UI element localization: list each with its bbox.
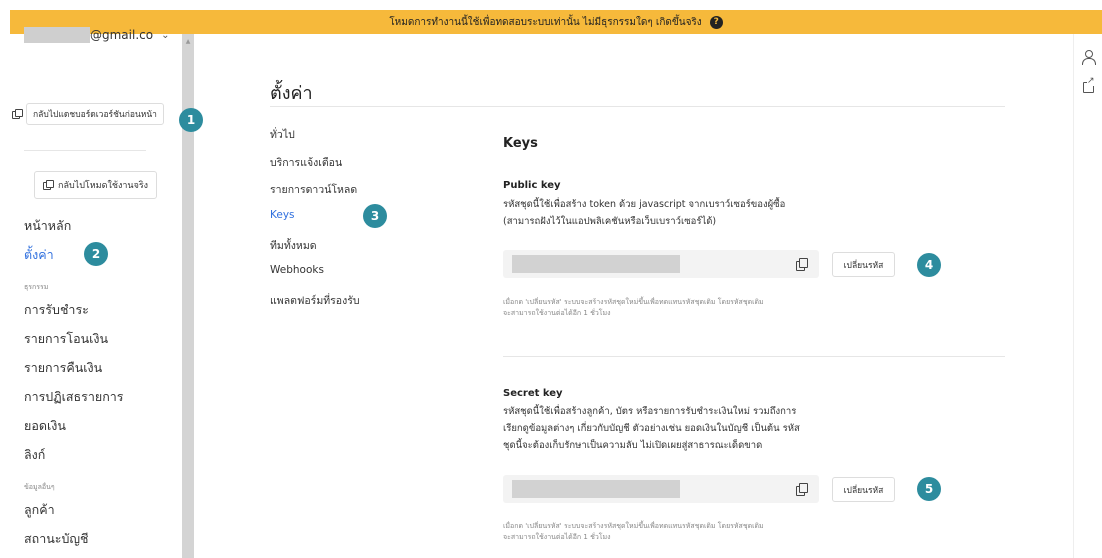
old-dashboard-row: กลับไปแดชบอร์ดเวอร์ชันก่อนหน้า [12, 103, 164, 125]
keys-divider [503, 356, 1005, 357]
tab-general[interactable]: ทั่วไป [270, 126, 295, 143]
window-icon [43, 180, 54, 190]
test-mode-banner: โหมดการทำงานนี้ใช้เพื่อทดสอบระบบเท่านั้น… [10, 10, 1102, 34]
window-icon [12, 109, 23, 119]
secret-key-desc-line: เรียกดูข้อมูลต่างๆ เกี่ยวกับบัญชี ตัวอย่… [503, 423, 800, 434]
sidebar-item-account-status[interactable]: สถานะบัญชี [24, 529, 89, 549]
banner-text: โหมดการทำงานนี้ใช้เพื่อทดสอบระบบเท่านั้น… [389, 16, 702, 28]
chevron-down-icon: ⌄ [161, 29, 170, 41]
transactions-heading: ธุรกรรม [24, 283, 49, 291]
secret-key-note-line: จะสามารถใช้งานต่อได้อีก 1 ชั่วโมง [503, 533, 611, 541]
tab-notifications[interactable]: บริการแจ้งเตือน [270, 154, 342, 171]
user-icon[interactable] [1082, 50, 1096, 65]
sidebar-item-customers[interactable]: ลูกค้า [24, 500, 55, 520]
secret-key-desc-line: รหัสชุดนี้ใช้เพื่อสร้างลูกค้า, บัตร หรือ… [503, 406, 797, 417]
secret-key-note-line: เมื่อกด 'เปลี่ยนรหัส' ระบบจะสร้างรหัสชุด… [503, 522, 764, 530]
callout-badge-5: 5 [917, 477, 941, 501]
help-icon[interactable]: ? [709, 15, 723, 29]
callout-badge-1: 1 [179, 108, 203, 132]
account-email: @gmail.co [90, 28, 154, 42]
public-key-note: เมื่อกด 'เปลี่ยนรหัส' ระบบจะสร้างรหัสชุด… [503, 297, 764, 319]
tab-keys[interactable]: Keys [270, 209, 295, 221]
sidebar-item-charges[interactable]: การรับชำระ [24, 300, 89, 320]
public-key-note-line: จะสามารถใช้งานต่อได้อีก 1 ชั่วโมง [503, 309, 611, 317]
tab-teams[interactable]: ทีมทั้งหมด [270, 237, 317, 254]
sidebar-item-transfers[interactable]: รายการโอนเงิน [24, 329, 108, 349]
copy-icon[interactable] [796, 483, 808, 496]
redacted-public-key [512, 255, 680, 273]
change-public-key-button[interactable]: เปลี่ยนรหัส [832, 252, 895, 277]
public-key-field[interactable] [503, 250, 819, 278]
callout-badge-2: 2 [84, 242, 108, 266]
old-dashboard-label: กลับไปแดชบอร์ดเวอร์ชันก่อนหน้า [33, 110, 157, 120]
secret-key-desc-line: ชุดนี้จะต้องเก็บรักษาเป็นความลับ ไม่เปิด… [503, 440, 763, 451]
tab-webhooks[interactable]: Webhooks [270, 264, 324, 276]
sidebar-item-balance[interactable]: ยอดเงิน [24, 416, 66, 436]
secret-key-field[interactable] [503, 475, 819, 503]
title-divider [270, 106, 1005, 107]
scroll-up-icon[interactable]: ▲ [182, 36, 194, 46]
info-heading: ข้อมูลอื่นๆ [24, 483, 55, 491]
copy-icon[interactable] [796, 258, 808, 271]
redacted-email [24, 27, 90, 43]
tab-downloads[interactable]: รายการดาวน์โหลด [270, 181, 357, 198]
public-key-desc-line: รหัสชุดนี้ใช้เพื่อสร้าง token ด้วย javas… [503, 199, 786, 210]
sidebar-divider [24, 150, 146, 151]
change-secret-key-label: เปลี่ยนรหัส [843, 485, 884, 496]
right-toolbar [1073, 34, 1102, 558]
tab-platforms[interactable]: แพลตฟอร์มที่รองรับ [270, 292, 360, 309]
redacted-secret-key [512, 480, 680, 498]
public-key-title: Public key [503, 180, 561, 191]
live-mode-label: กลับไปโหมดใช้งานจริง [58, 181, 149, 191]
change-secret-key-button[interactable]: เปลี่ยนรหัส [832, 477, 895, 502]
sidebar-item-links[interactable]: ลิงก์ [24, 445, 45, 465]
secret-key-title: Secret key [503, 388, 563, 399]
keys-section-title: Keys [503, 136, 538, 151]
sidebar-item-home[interactable]: หน้าหลัก [24, 216, 71, 236]
callout-badge-3: 3 [363, 204, 387, 228]
public-key-description: รหัสชุดนี้ใช้เพื่อสร้าง token ด้วย javas… [503, 196, 785, 230]
secret-key-note: เมื่อกด 'เปลี่ยนรหัส' ระบบจะสร้างรหัสชุด… [503, 521, 764, 543]
external-link-icon[interactable] [1083, 76, 1095, 93]
account-switcher[interactable]: @gmail.co ⌄ [24, 27, 169, 43]
public-key-note-line: เมื่อกด 'เปลี่ยนรหัส' ระบบจะสร้างรหัสชุด… [503, 298, 764, 306]
page: โหมดการทำงานนี้ใช้เพื่อทดสอบระบบเท่านั้น… [0, 0, 1102, 558]
page-title: ตั้งค่า [270, 83, 313, 104]
change-public-key-label: เปลี่ยนรหัส [843, 260, 884, 271]
public-key-desc-line: (สามารถฝังไว้ในแอปพลิเคชันหรือเว็บเบราว์… [503, 216, 717, 227]
live-mode-button[interactable]: กลับไปโหมดใช้งานจริง [34, 171, 158, 199]
sidebar-item-settings[interactable]: ตั้งค่า [24, 245, 54, 265]
callout-badge-4: 4 [917, 253, 941, 277]
sidebar-item-refunds[interactable]: รายการคืนเงิน [24, 358, 102, 378]
sidebar-item-disputes[interactable]: การปฏิเสธรายการ [24, 387, 124, 407]
secret-key-description: รหัสชุดนี้ใช้เพื่อสร้างลูกค้า, บัตร หรือ… [503, 403, 800, 454]
old-dashboard-button[interactable]: กลับไปแดชบอร์ดเวอร์ชันก่อนหน้า [26, 103, 164, 125]
